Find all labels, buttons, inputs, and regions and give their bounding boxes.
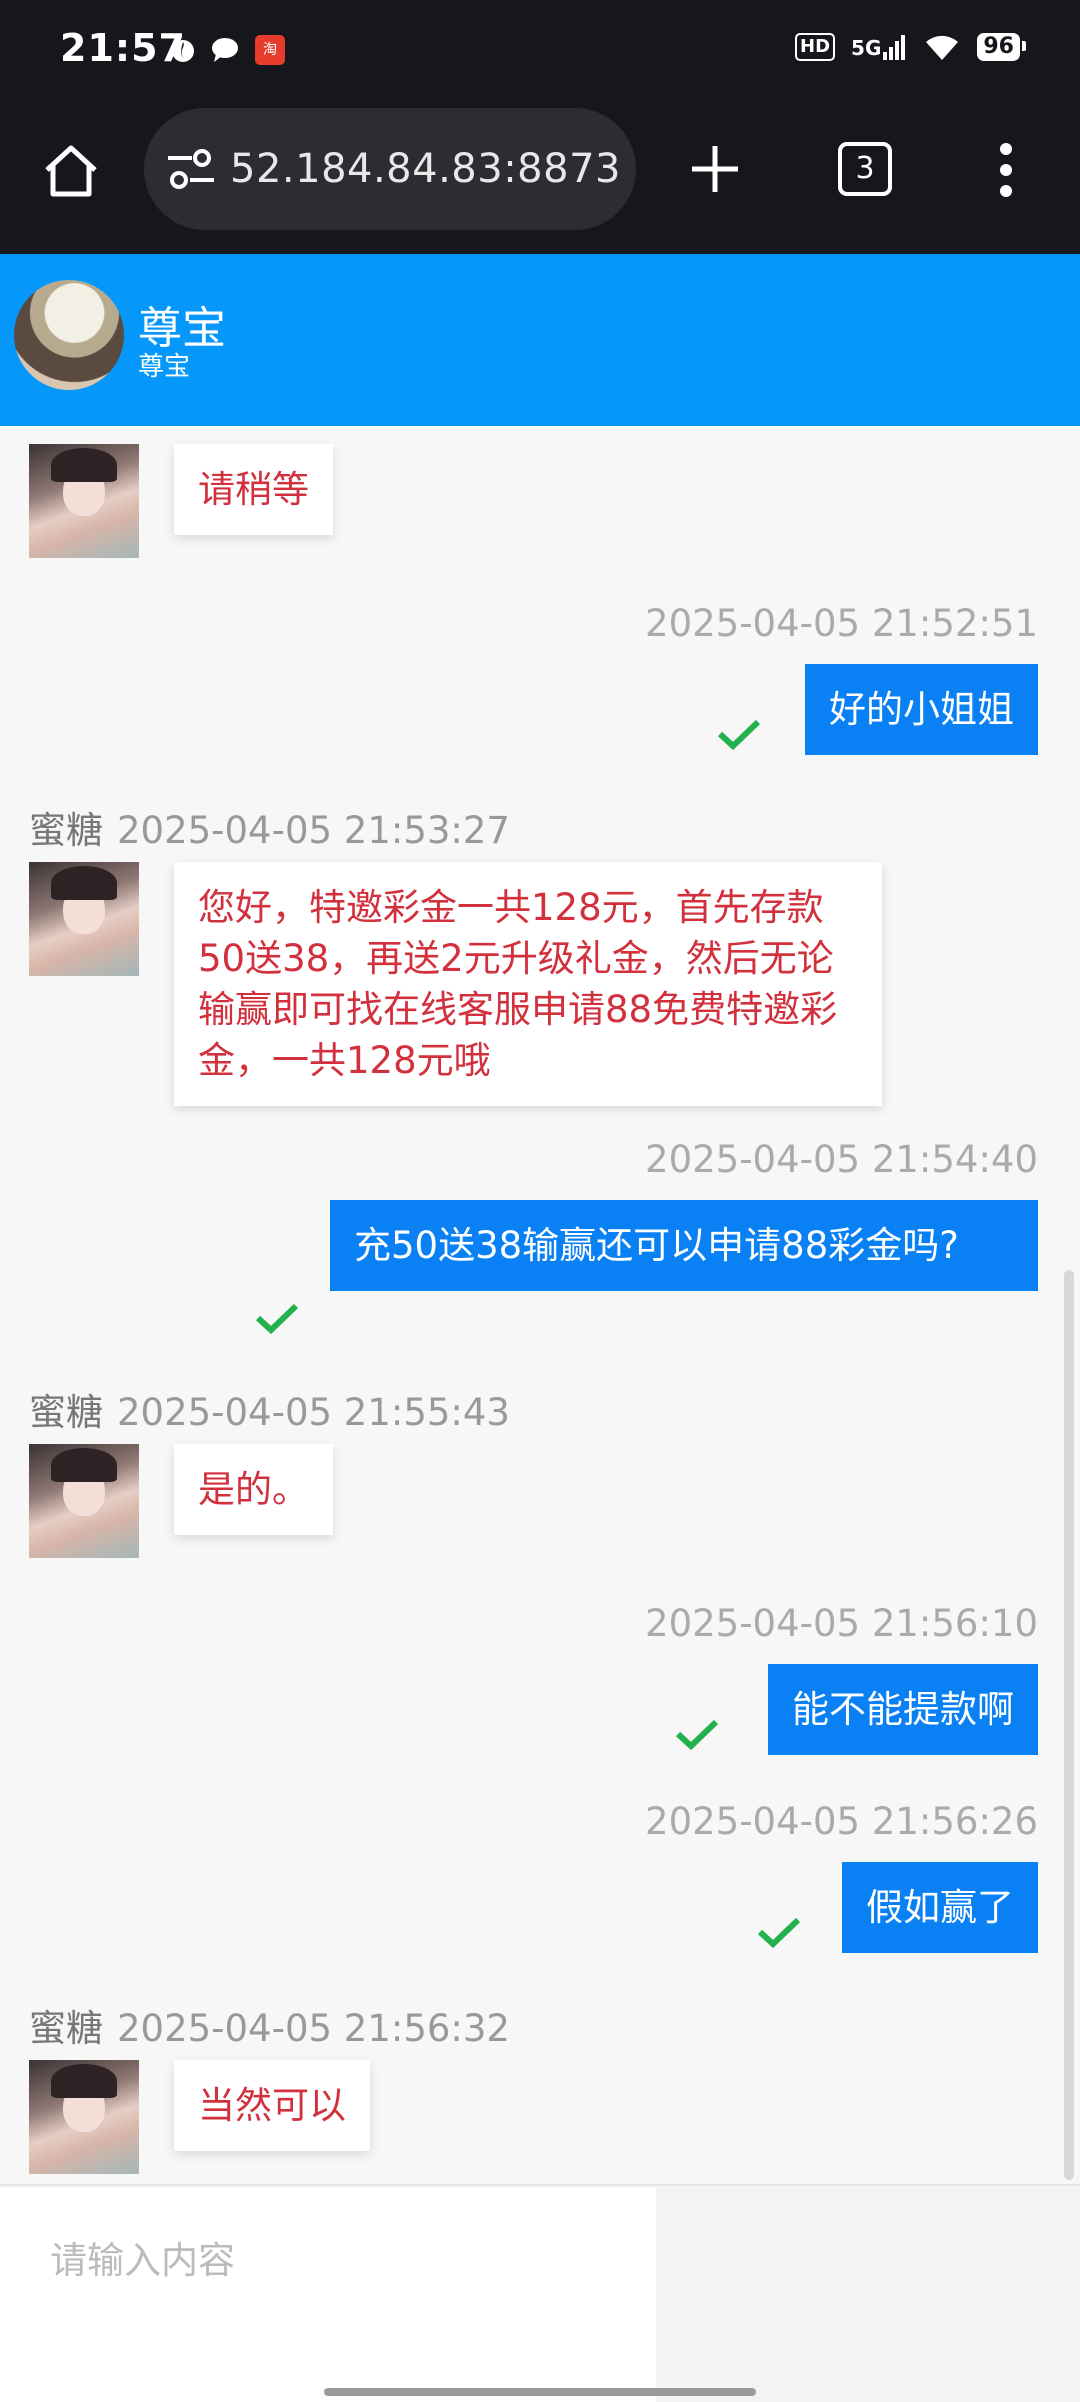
home-icon[interactable] [40,140,102,202]
agent-avatar[interactable] [29,1444,139,1558]
incoming-message: 您好，特邀彩金一共128元，首先存款50送38，再送2元升级礼金，然后无论输赢即… [174,862,882,1106]
fire-icon [172,40,194,62]
check-icon [757,1917,801,1948]
hd-icon: HD [795,33,836,61]
contact-subtitle: 尊宝 [138,352,191,382]
wifi-icon [926,35,959,60]
taobao-icon: 淘 [255,35,285,65]
outgoing-message: 好的小姐姐 [805,664,1038,755]
sender-name: 蜜糖 [29,1391,103,1434]
notification-icons: 淘 [170,34,286,66]
contact-avatar[interactable] [14,280,124,390]
message-list[interactable]: 请稍等 2025-04-05 21:52:51 好的小姐姐 蜜糖 2025-04-… [0,426,1080,2184]
message-input[interactable]: 请输入内容 [0,2188,656,2402]
message-timestamp: 2025-04-05 21:52:51 [645,602,1038,645]
outgoing-message: 充50送38输赢还可以申请88彩金吗? [330,1200,1038,1291]
message-timestamp: 2025-04-05 21:55:43 [117,1391,510,1434]
message-meta: 蜜糖 2025-04-05 21:56:32 [29,1998,510,2052]
home-indicator[interactable] [324,2388,756,2396]
incoming-message: 当然可以 [174,2060,370,2151]
tab-switcher-button[interactable]: 3 [838,142,892,196]
network-type: 5G [851,36,882,60]
message-meta: 蜜糖 2025-04-05 21:55:43 [29,1382,510,1436]
url-text[interactable]: 52.184.84.83:8873 [230,146,630,192]
sender-name: 蜜糖 [29,809,103,852]
message-timestamp: 2025-04-05 21:53:27 [117,809,510,852]
input-placeholder: 请输入内容 [50,2239,235,2282]
more-menu-icon[interactable] [996,142,1016,198]
check-icon [717,719,761,750]
message-meta: 蜜糖 2025-04-05 21:53:27 [29,800,510,854]
incoming-message: 请稍等 [174,444,333,535]
system-icons: HD 5G 96 [795,32,1026,62]
outgoing-message: 能不能提款啊 [768,1664,1038,1755]
signal-icon: 5G [851,34,907,60]
site-settings-icon[interactable] [166,146,216,192]
agent-avatar[interactable] [29,2060,139,2174]
message-timestamp: 2025-04-05 21:56:26 [645,1800,1038,1843]
incoming-message: 是的。 [174,1444,333,1535]
browser-toolbar: 52.184.84.83:8873 3 [0,104,1080,254]
agent-avatar[interactable] [29,862,139,976]
check-icon [255,1303,299,1334]
outgoing-message: 假如赢了 [842,1862,1038,1953]
check-icon [675,1719,719,1750]
message-timestamp: 2025-04-05 21:54:40 [645,1138,1038,1181]
chat-icon [212,38,238,62]
composer: 请输入内容 [0,2184,1080,2402]
agent-avatar[interactable] [29,444,139,558]
battery-icon: 96 [977,33,1026,61]
sender-name: 蜜糖 [29,2007,103,2050]
address-bar[interactable]: 52.184.84.83:8873 [144,108,636,230]
svg-text:淘: 淘 [263,42,277,58]
new-tab-icon[interactable] [688,142,742,196]
message-timestamp: 2025-04-05 21:56:10 [645,1602,1038,1645]
status-bar: 21:57 淘 HD 5G 96 [0,0,1080,104]
message-timestamp: 2025-04-05 21:56:32 [117,2007,510,2050]
status-time: 21:57 [60,26,186,70]
scrollbar[interactable] [1064,1270,1074,2180]
chat-header: 尊宝 尊宝 [0,254,1080,426]
